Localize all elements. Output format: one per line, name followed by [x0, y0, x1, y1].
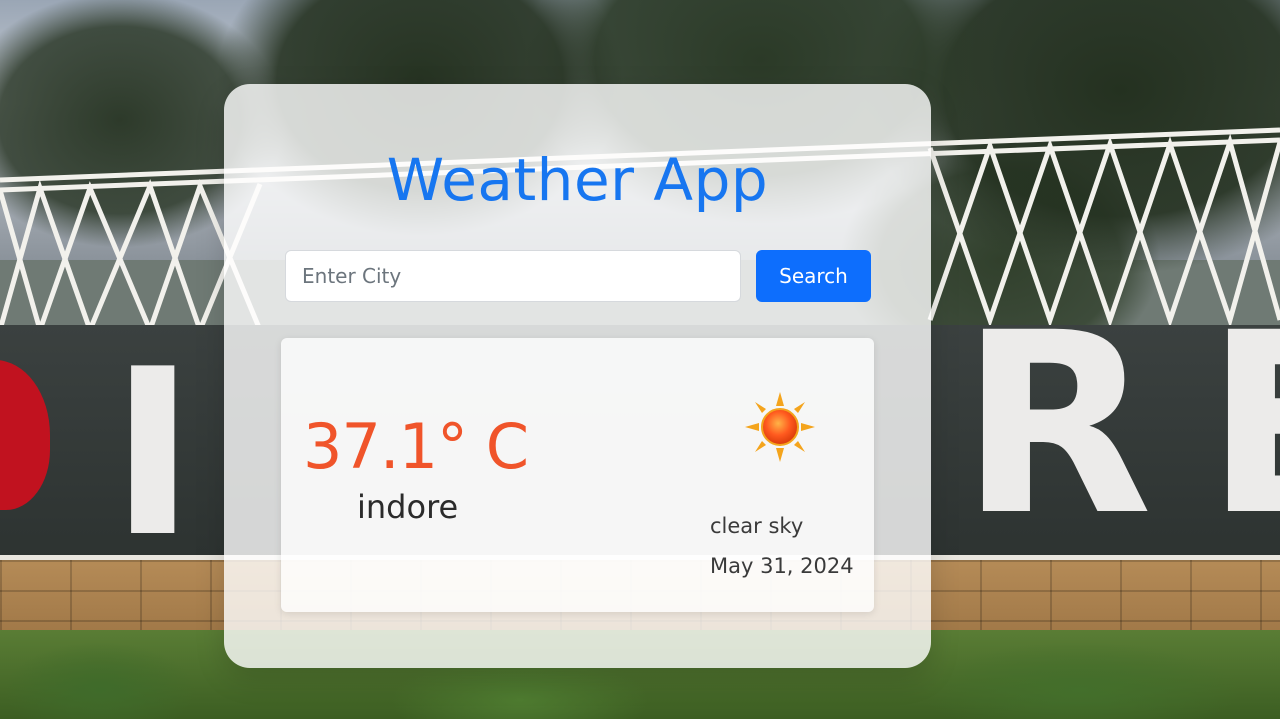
- weather-condition: clear sky: [710, 514, 804, 538]
- search-button[interactable]: Search: [756, 250, 871, 302]
- background-letter: R: [960, 279, 1153, 570]
- city-name: indore: [357, 488, 459, 526]
- sun-icon: [745, 392, 815, 462]
- city-search-input[interactable]: [285, 250, 741, 302]
- temperature-value: 37.1° C: [303, 410, 529, 483]
- weather-card: Weather App Search 37.1° C indore: [224, 84, 931, 668]
- weather-date: May 31, 2024: [710, 554, 854, 578]
- search-bar: Search: [285, 250, 871, 302]
- background-letter: I: [110, 321, 196, 588]
- weather-result-panel: 37.1° C indore clear sky May 31, 2024: [281, 338, 874, 612]
- app-title: Weather App: [386, 146, 769, 214]
- background-letter: E: [1205, 300, 1280, 550]
